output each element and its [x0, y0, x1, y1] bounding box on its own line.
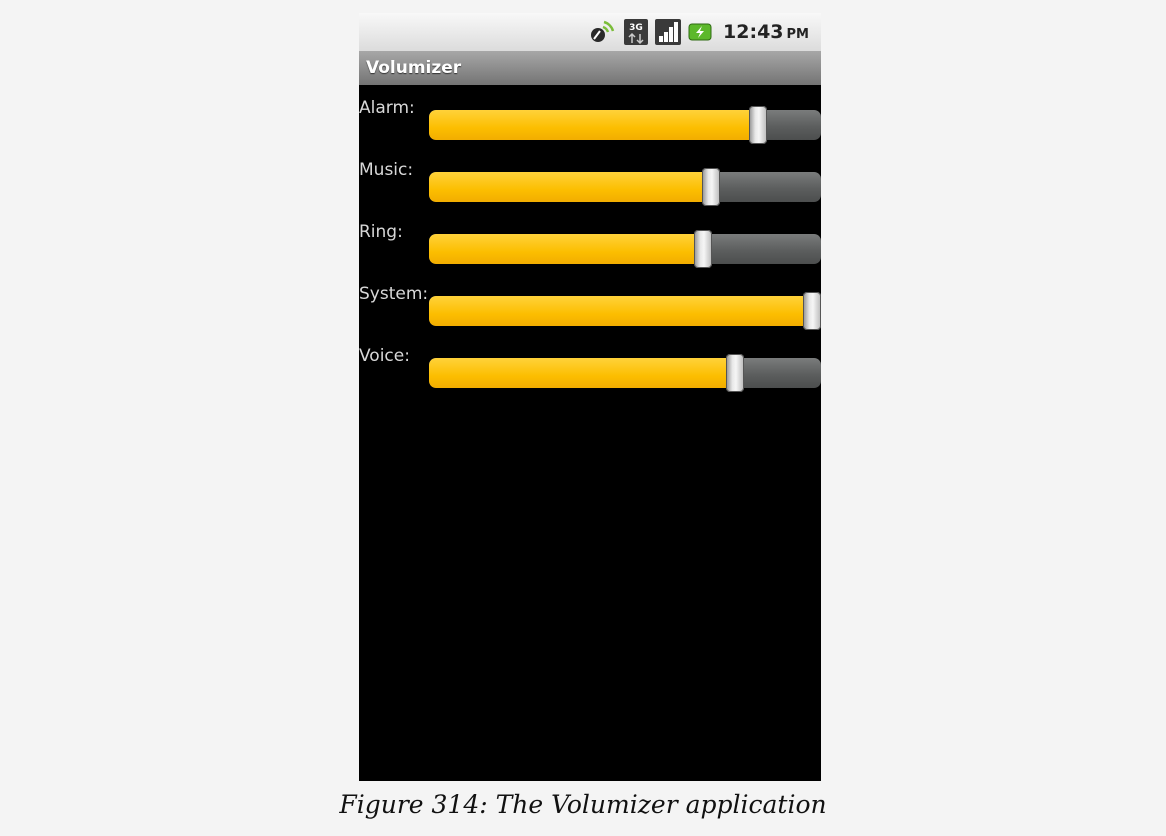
system-volume-label: System: [359, 284, 429, 304]
status-bar: 3G 12:43 PM [359, 13, 821, 51]
clock-ampm: PM [786, 27, 809, 42]
music-volume-thumb[interactable] [702, 168, 720, 206]
gps-icon [587, 17, 617, 47]
system-volume-track[interactable] [429, 296, 821, 326]
voice-volume-fill [429, 358, 735, 388]
phone-screen: 3G 12:43 PM Volumizer Alarm: Music: Ring… [359, 13, 821, 781]
voice-volume-thumb[interactable] [726, 354, 744, 392]
app-title: Volumizer [366, 58, 462, 78]
alarm-volume-row: Alarm: [359, 98, 821, 144]
alarm-volume-fill [429, 110, 758, 140]
status-icons: 3G 12:43 PM [587, 13, 809, 51]
music-volume-label: Music: [359, 160, 414, 180]
ring-volume-fill [429, 234, 703, 264]
ring-volume-label: Ring: [359, 222, 403, 242]
voice-volume-row: Voice: [359, 346, 821, 392]
signal-icon [655, 19, 682, 45]
alarm-volume-thumb[interactable] [749, 106, 767, 144]
voice-volume-track[interactable] [429, 358, 821, 388]
ring-volume-row: Ring: [359, 222, 821, 268]
figure-caption: Figure 314: The Volumizer application [339, 790, 827, 819]
ring-volume-track[interactable] [429, 234, 821, 264]
ring-volume-thumb[interactable] [694, 230, 712, 268]
battery-charging-icon [688, 23, 712, 41]
alarm-volume-label: Alarm: [359, 98, 415, 118]
system-volume-row: System: [359, 284, 821, 330]
music-volume-fill [429, 172, 711, 202]
3g-data-icon: 3G [624, 19, 649, 45]
music-volume-row: Music: [359, 160, 821, 206]
status-clock: 12:43 PM [723, 21, 809, 43]
music-volume-track[interactable] [429, 172, 821, 202]
clock-time: 12:43 [723, 21, 784, 43]
app-title-bar: Volumizer [359, 51, 821, 85]
network-type-text: 3G [629, 23, 643, 33]
system-volume-fill [429, 296, 821, 326]
system-volume-thumb[interactable] [803, 292, 821, 330]
voice-volume-label: Voice: [359, 346, 410, 366]
